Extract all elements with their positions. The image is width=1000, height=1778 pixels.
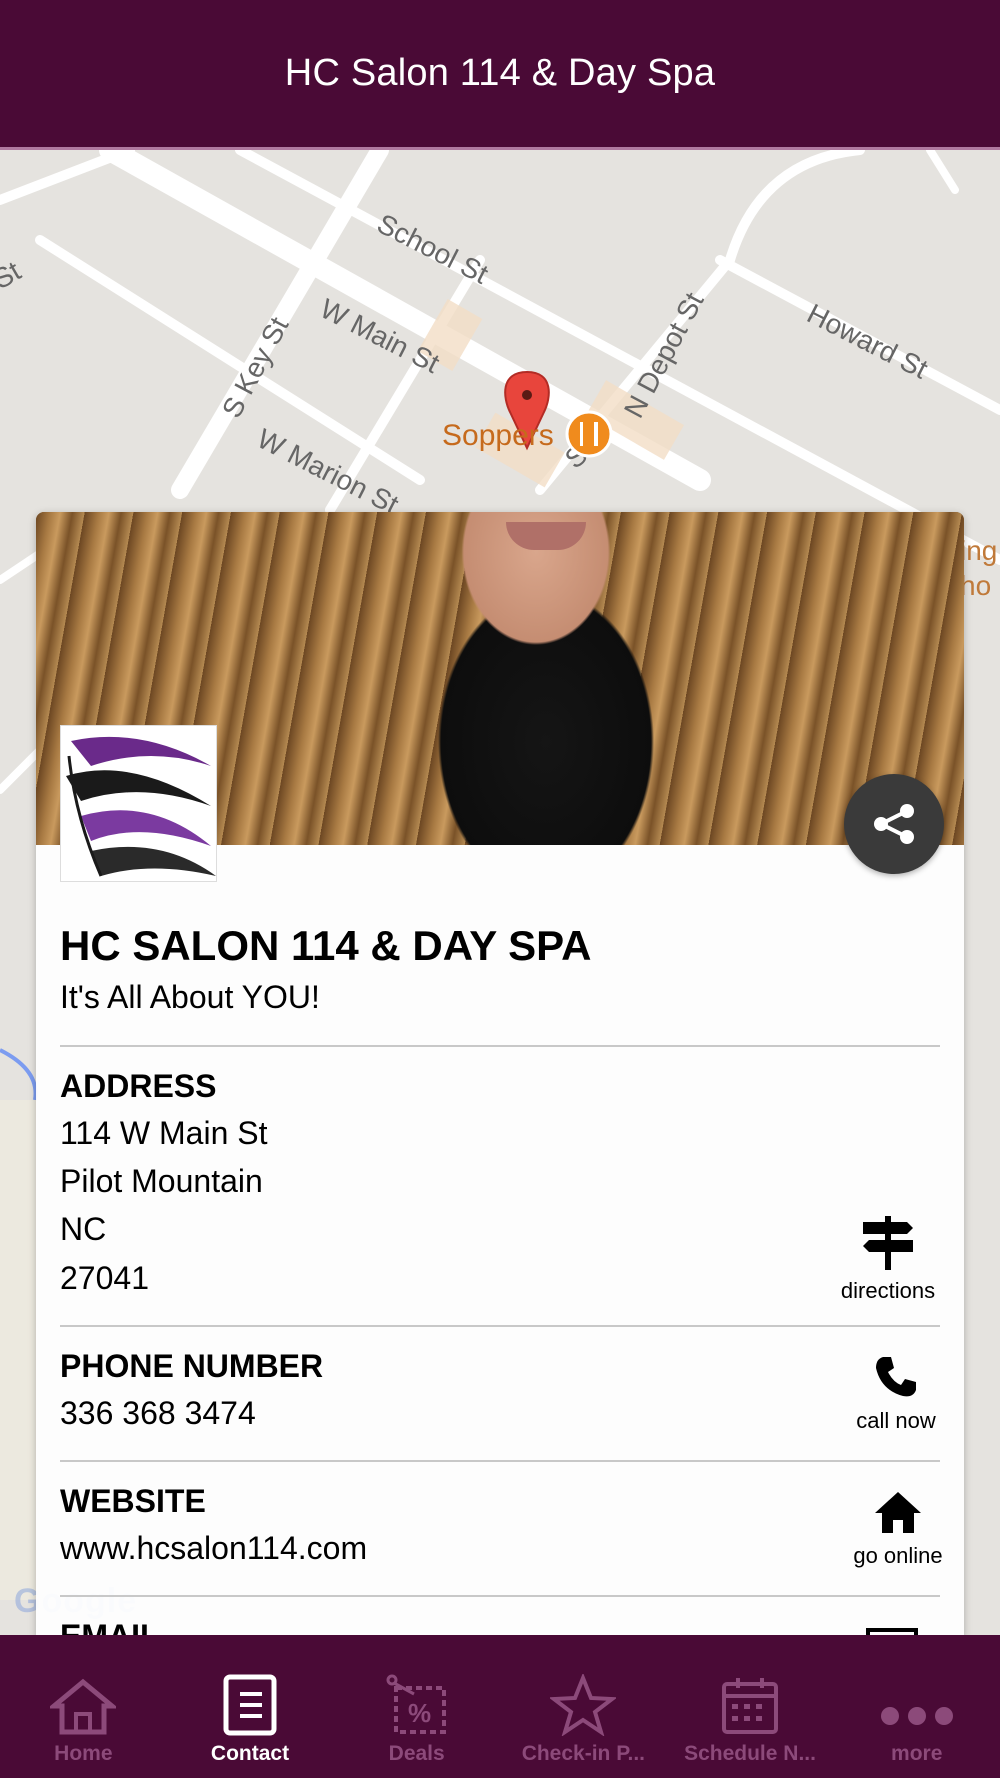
- svg-text:School St: School St: [372, 208, 493, 290]
- svg-text:ho: ho: [960, 570, 991, 601]
- calendar-icon: [722, 1678, 779, 1734]
- nav-deals[interactable]: % Deals: [333, 1635, 500, 1778]
- share-icon: [874, 804, 914, 844]
- bottom-nav: Home Contact % Deals Check-in P... Sched…: [0, 1635, 1000, 1778]
- go-online-label: go online: [853, 1543, 943, 1568]
- svg-text:ing: ing: [960, 535, 997, 566]
- deals-icon: %: [386, 1674, 446, 1734]
- nav-home[interactable]: Home: [0, 1635, 167, 1778]
- more-icon: [880, 1707, 953, 1725]
- directions-button[interactable]: directions: [836, 1214, 940, 1304]
- svg-text:S Key St: S Key St: [216, 312, 295, 423]
- business-logo: [60, 725, 217, 882]
- address-line-1: 114 W Main St: [60, 1115, 268, 1151]
- divider: [60, 1595, 940, 1597]
- svg-text:St: St: [0, 255, 26, 295]
- nav-check-in[interactable]: Check-in P...: [500, 1635, 667, 1778]
- nav-contact[interactable]: Contact: [167, 1635, 334, 1778]
- divider: [60, 1460, 940, 1462]
- nav-schedule[interactable]: Schedule N...: [667, 1635, 834, 1778]
- share-button[interactable]: [844, 774, 944, 874]
- nav-contact-label: Contact: [210, 1742, 290, 1765]
- nav-home-label: Home: [54, 1742, 113, 1765]
- nav-deals-label: Deals: [388, 1742, 445, 1765]
- call-now-label: call now: [856, 1408, 936, 1433]
- app-header: HC Salon 114 & Day Spa: [0, 0, 1000, 150]
- svg-text:N Depot St: N Depot St: [618, 287, 710, 423]
- contact-card: HC SALON 114 & DAY SPA It's All About YO…: [36, 512, 964, 1637]
- business-tagline: It's All About YOU!: [60, 979, 320, 1015]
- address-line-4: 27041: [60, 1260, 149, 1296]
- phone-icon: [876, 1357, 916, 1397]
- nav-schedule-label: Schedule N...: [684, 1742, 816, 1765]
- svg-text:Soppers: Soppers: [442, 419, 554, 452]
- phone-number[interactable]: 336 368 3474: [60, 1395, 256, 1432]
- home-icon: [875, 1492, 921, 1533]
- call-now-button[interactable]: call now: [844, 1354, 948, 1434]
- address-label: ADDRESS: [60, 1068, 217, 1104]
- home-icon: [50, 1678, 117, 1735]
- signpost-icon: [863, 1216, 913, 1270]
- svg-text:%: %: [408, 1698, 431, 1728]
- star-icon: [550, 1674, 617, 1736]
- divider: [60, 1045, 940, 1047]
- restaurant-icon: [565, 410, 613, 458]
- website-label: WEBSITE: [60, 1483, 206, 1519]
- business-name: HC SALON 114 & DAY SPA: [60, 922, 592, 969]
- address-line-2: Pilot Mountain: [60, 1163, 263, 1199]
- divider: [60, 1325, 940, 1327]
- address-line-3: NC: [60, 1211, 107, 1247]
- website-url[interactable]: www.hcsalon114.com: [60, 1530, 367, 1567]
- directions-label: directions: [840, 1278, 936, 1303]
- svg-text:Howard St: Howard St: [802, 298, 933, 385]
- go-online-button[interactable]: go online: [836, 1489, 960, 1569]
- nav-more-label: more: [891, 1742, 943, 1765]
- phone-label: PHONE NUMBER: [60, 1348, 324, 1384]
- nav-more[interactable]: more: [833, 1635, 1000, 1778]
- nav-check-in-label: Check-in P...: [521, 1742, 646, 1765]
- page-title: HC Salon 114 & Day Spa: [284, 52, 716, 94]
- contact-icon: [223, 1674, 277, 1736]
